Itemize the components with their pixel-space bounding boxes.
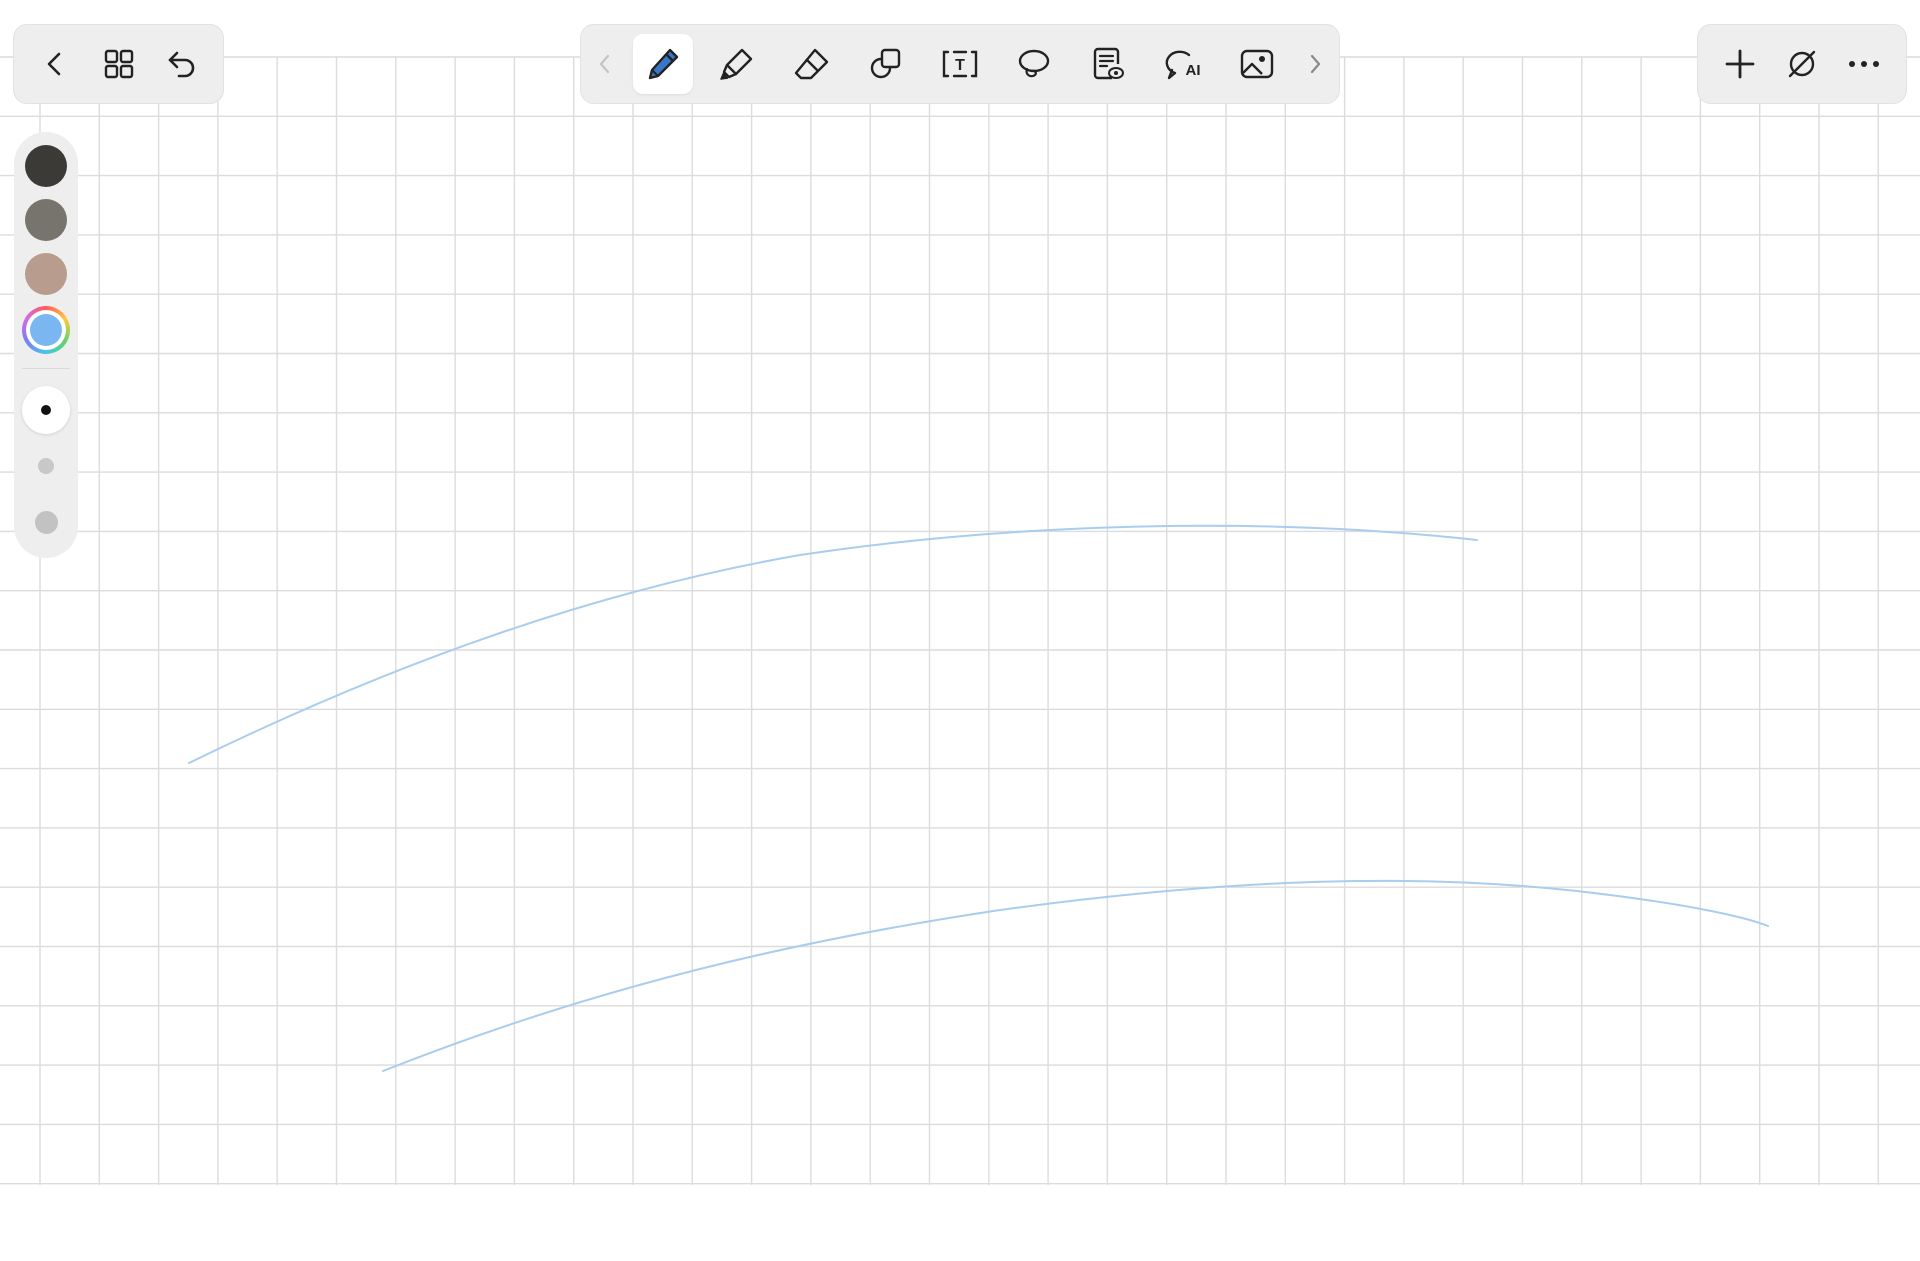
image-icon	[1240, 49, 1273, 79]
lasso-icon	[1018, 49, 1050, 78]
chevron-right-icon	[1310, 54, 1320, 74]
top-right-toolbar	[1697, 24, 1907, 104]
highlighter-tool-button[interactable]	[707, 34, 767, 94]
ai-assistant-button[interactable]: AI	[1153, 34, 1213, 94]
ink-stroke[interactable]	[188, 524, 1478, 764]
document-view-icon	[1094, 47, 1125, 80]
ai-chat-icon: AI	[1165, 50, 1200, 80]
pen-options-palette	[14, 132, 78, 558]
pen-tool-button[interactable]	[633, 34, 694, 94]
grid-icon	[104, 49, 133, 79]
pages-overview-button[interactable]	[89, 34, 149, 94]
eraser-tool-button[interactable]	[782, 34, 842, 94]
scroll-tools-right-button[interactable]	[1301, 34, 1329, 94]
plus-icon	[1725, 49, 1755, 79]
selected-custom-color	[30, 314, 62, 346]
scroll-tools-left-button[interactable]	[591, 34, 619, 94]
more-options-button[interactable]	[1834, 34, 1894, 94]
ink-stroke[interactable]	[382, 879, 1769, 1072]
drawing-canvas[interactable]	[0, 0, 1920, 1261]
lasso-tool-button[interactable]	[1004, 34, 1064, 94]
text-box-icon: T	[942, 50, 978, 78]
text-tool-button[interactable]: T	[930, 34, 990, 94]
stroke-size-fine[interactable]	[22, 386, 70, 434]
top-left-toolbar	[13, 24, 224, 104]
svg-text:AI: AI	[1185, 62, 1200, 79]
palette-divider	[22, 368, 70, 369]
back-button[interactable]	[25, 34, 85, 94]
size-dot	[38, 458, 54, 474]
slash-circle-icon	[1788, 50, 1816, 78]
read-only-mode-button[interactable]	[1078, 34, 1138, 94]
size-dot	[34, 510, 58, 534]
ink-layer	[188, 524, 1769, 1072]
size-dot	[41, 405, 51, 415]
stroke-size-medium[interactable]	[36, 456, 56, 476]
ellipsis-icon	[1849, 61, 1879, 67]
tools-toolbar: T AI	[580, 24, 1340, 104]
add-page-button[interactable]	[1710, 34, 1770, 94]
color-swatch-dark[interactable]	[25, 145, 67, 187]
svg-text:T: T	[955, 57, 965, 74]
shapes-icon	[870, 48, 900, 79]
color-swatch-tan[interactable]	[25, 253, 67, 295]
undo-icon	[168, 51, 195, 78]
custom-color-picker[interactable]	[22, 306, 70, 354]
eraser-icon	[794, 48, 828, 80]
chevron-left-icon	[47, 52, 61, 76]
chevron-left-icon	[599, 54, 610, 74]
sync-toggle-button[interactable]	[1772, 34, 1832, 94]
undo-button[interactable]	[152, 34, 212, 94]
insert-image-button[interactable]	[1227, 34, 1287, 94]
color-swatch-gray[interactable]	[25, 199, 67, 241]
stroke-size-thick[interactable]	[34, 510, 58, 534]
highlighter-icon	[720, 48, 753, 80]
pen-icon	[648, 48, 679, 80]
shapes-tool-button[interactable]	[856, 34, 916, 94]
